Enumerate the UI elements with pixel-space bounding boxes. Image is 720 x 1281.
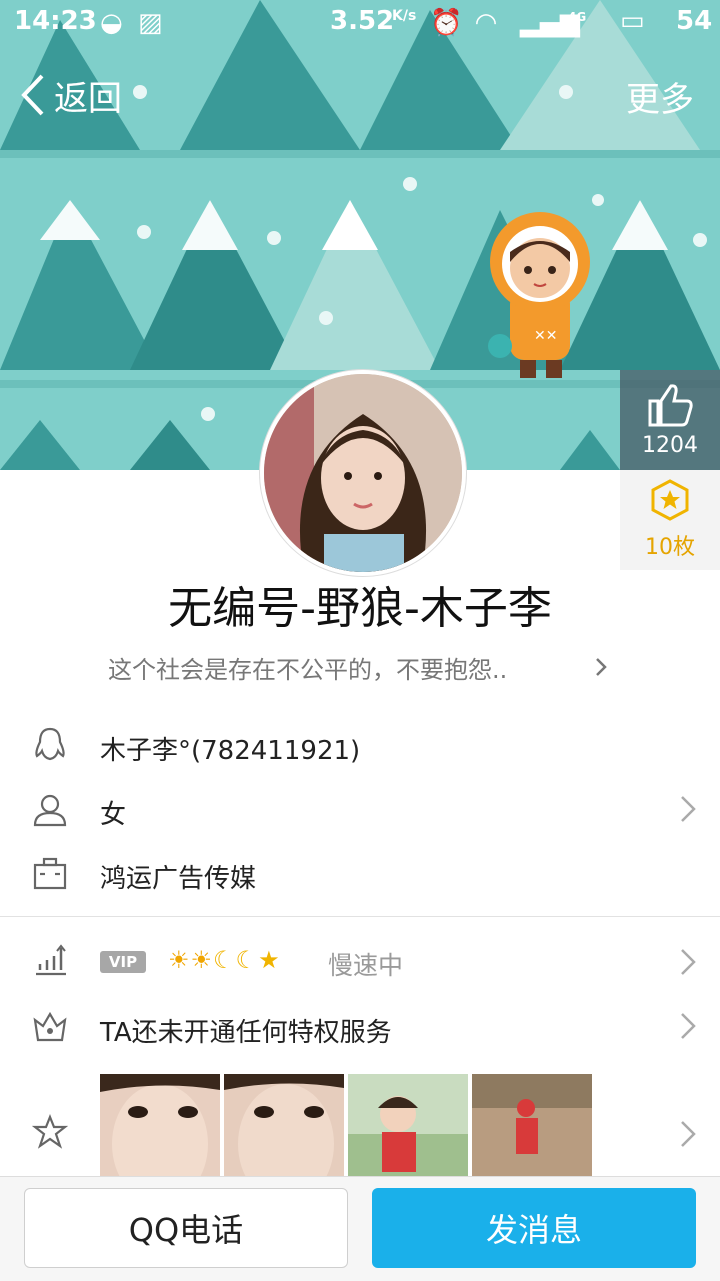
chevron-left-icon	[21, 74, 44, 116]
status-bar: 14:23 ◒ ▨ 3.52 K/s ⏰ ◠ ▂▄▆ 4G ▭ 54	[0, 0, 720, 46]
like-count: 1204	[642, 432, 698, 458]
thumbs-up-icon	[648, 383, 693, 426]
wifi-icon: ◠	[476, 8, 496, 38]
briefcase-icon	[33, 857, 67, 890]
album-photo[interactable]	[348, 1074, 468, 1176]
battery-icon: ▭	[620, 6, 645, 36]
level-status: 慢速中	[328, 951, 404, 980]
like-button[interactable]: 1204	[620, 370, 720, 470]
person-icon	[33, 794, 67, 827]
moon-level-icon: ☾☾	[213, 946, 259, 974]
star-badge-icon	[651, 479, 689, 521]
profile-signature[interactable]: 这个社会是存在不公平的，不要抱怨..	[108, 650, 507, 685]
album-photo[interactable]	[224, 1074, 344, 1176]
profile-name: 无编号-野狼-木子李	[168, 583, 552, 634]
alarm-icon: ⏰	[430, 8, 463, 38]
qq-call-button[interactable]: QQ电话	[24, 1188, 348, 1268]
album-photo[interactable]	[472, 1074, 592, 1176]
svg-text:✕✕: ✕✕	[534, 328, 557, 344]
gender[interactable]: 女	[100, 794, 126, 831]
privilege-status[interactable]: TA还未开通任何特权服务	[100, 1012, 392, 1049]
chevron-right-icon	[681, 1013, 696, 1039]
qq-account: 木子李°(782411921)	[100, 736, 361, 766]
qzone-star-icon	[32, 1114, 68, 1149]
level-chart-icon	[36, 944, 66, 976]
network-speed-unit: K/s	[392, 8, 417, 24]
chevron-right-icon[interactable]	[680, 948, 696, 976]
chevron-right-icon	[681, 796, 696, 822]
qq-penguin-icon	[35, 727, 65, 761]
chevron-right-icon	[681, 1121, 696, 1147]
crown-icon	[33, 1011, 67, 1042]
app-notification-icon: ◒	[100, 8, 123, 38]
avatar-photo	[264, 374, 462, 572]
sun-level-icon: ☀☀	[168, 946, 214, 974]
status-time: 14:23	[14, 6, 97, 36]
network-type: 4G	[568, 10, 587, 24]
back-label: 返回	[54, 78, 122, 119]
level-icons: ☀☀☾☾★	[168, 946, 281, 974]
network-speed: 3.52	[330, 6, 395, 36]
battery-level: 54	[676, 6, 713, 36]
album-photo[interactable]	[100, 1074, 220, 1176]
back-button[interactable]: 返回	[18, 70, 122, 120]
badge-button[interactable]: 10枚	[620, 470, 720, 570]
section-divider	[0, 916, 720, 917]
vip-badge: VIP	[100, 951, 146, 973]
image-notification-icon: ▨	[138, 8, 163, 38]
more-button[interactable]: 更多	[626, 72, 694, 121]
avatar[interactable]	[260, 370, 466, 576]
badge-count: 10枚	[645, 535, 695, 560]
send-message-button[interactable]: 发消息	[372, 1188, 696, 1268]
chevron-right-icon	[596, 658, 607, 676]
company: 鸿运广告传媒	[100, 864, 257, 894]
star-level-icon: ★	[258, 946, 281, 974]
